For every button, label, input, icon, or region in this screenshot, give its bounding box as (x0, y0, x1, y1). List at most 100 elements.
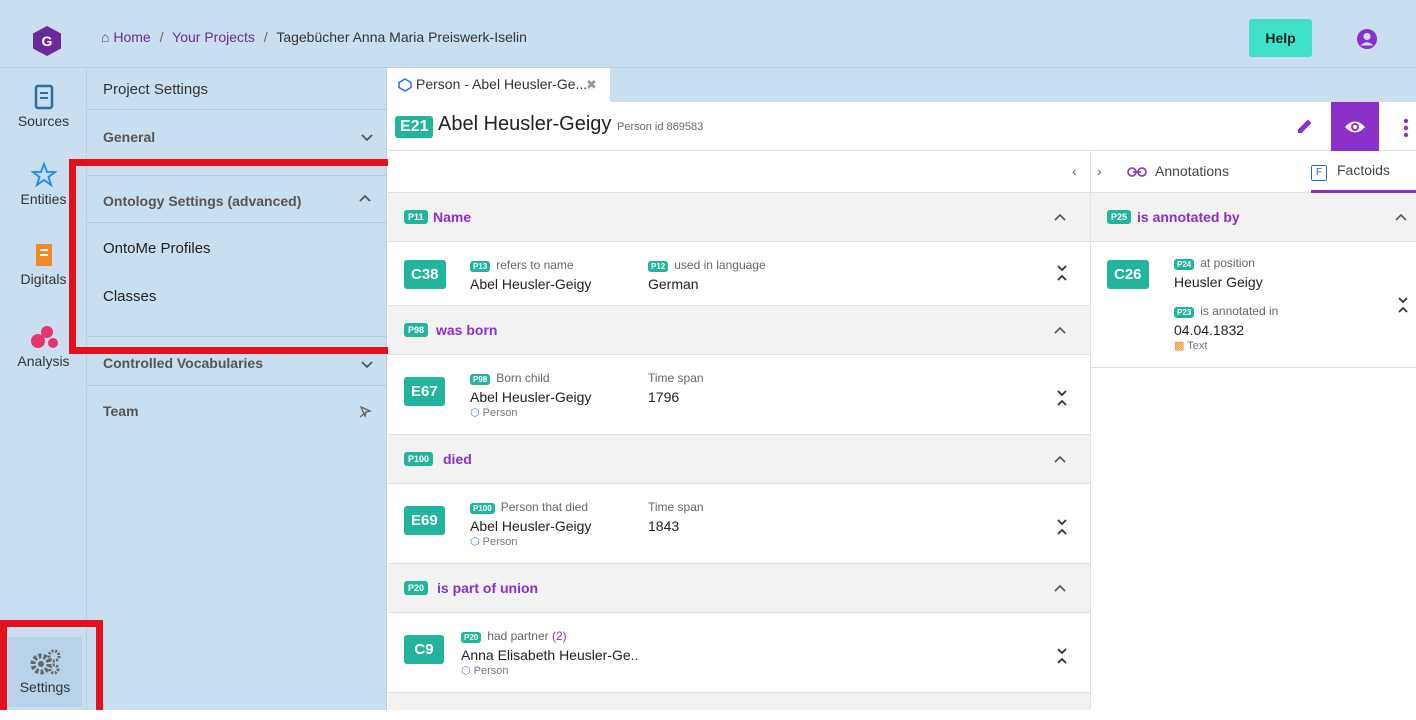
person-tab-icon (398, 78, 412, 92)
statement-field: P20 had partner (2) Anna Elisabeth Heusle… (461, 629, 638, 677)
annotations-property-header[interactable]: P25 is annotated by (1091, 193, 1416, 242)
property-section-header[interactable]: P100 died (388, 435, 1090, 484)
section-team[interactable]: Team (87, 386, 387, 436)
statement-field: P23 is annotated in 04.04.1832 ▩ Text (1174, 304, 1278, 352)
section-general[interactable]: General (87, 110, 387, 161)
field-class: ⬡ Person (470, 406, 591, 419)
statement-field: P24 at position Heusler Geigy (1174, 256, 1263, 290)
sources-icon (34, 84, 53, 110)
nav-entities-label: Entities (20, 191, 67, 207)
field-label-text: had partner (487, 629, 549, 643)
property-badge: P100 (404, 452, 434, 466)
panel-title: Project Settings (103, 81, 209, 98)
field-value[interactable]: German (648, 276, 766, 292)
chevron-up-icon[interactable] (1054, 455, 1066, 463)
field-label: P13 refers to name (470, 258, 591, 272)
help-button[interactable]: Help (1249, 19, 1312, 57)
chevron-up-icon[interactable] (1054, 584, 1066, 592)
statement-row[interactable]: C9 P20 had partner (2) Anna Elisabeth Heu… (388, 613, 1090, 693)
section-general-label: General (103, 129, 156, 145)
chevron-up-icon[interactable] (1395, 213, 1407, 221)
expand-collapse-icon[interactable] (1056, 264, 1068, 282)
field-label-text: Born child (496, 371, 550, 385)
field-label: P23 is annotated in (1174, 304, 1278, 318)
expand-collapse-icon[interactable] (1056, 518, 1068, 536)
breadcrumb-projects[interactable]: Your Projects (172, 29, 255, 45)
nav-sources-label: Sources (17, 113, 70, 129)
field-label-text: refers to name (496, 258, 574, 272)
field-class-label: Person (482, 407, 518, 419)
field-value[interactable]: Abel Heusler-Geigy (470, 276, 591, 292)
tab-person[interactable]: Person - Abel Heusler-Ge... ✖ (388, 68, 610, 102)
section-vocabularies-label: Controlled Vocabularies (103, 355, 263, 371)
field-value[interactable]: Heusler Geigy (1174, 274, 1263, 290)
field-badge: P24 (1174, 259, 1195, 270)
entity-title: Abel Heusler-Geigy Person id 869583 (438, 113, 703, 136)
breadcrumb-separator: / (159, 29, 164, 45)
pin-icon (359, 406, 371, 418)
field-value[interactable]: 1843 (648, 518, 704, 534)
tab-factoids[interactable]: F Factoids (1311, 162, 1390, 181)
expand-collapse-icon[interactable] (1056, 389, 1068, 407)
property-section-header[interactable]: P98 was born (388, 306, 1090, 355)
field-value[interactable]: 1796 (648, 389, 704, 405)
field-label-text: is annotated in (1200, 304, 1279, 318)
edit-pencil-icon[interactable] (1295, 116, 1315, 136)
field-label: P12 used in language (648, 258, 766, 272)
field-value[interactable]: Abel Heusler-Geigy (470, 518, 591, 534)
field-class: ⬡ Person (461, 664, 638, 677)
statement-field: Time span 1843 (648, 500, 704, 534)
view-toggle-button[interactable] (1331, 102, 1379, 151)
statement-row[interactable]: E69 P100 Person that died Abel Heusler-Ge… (388, 484, 1090, 564)
close-icon[interactable]: ✖ (586, 77, 597, 93)
annotation-statement-row[interactable]: C26 P24 at position Heusler Geigy P23 is a… (1091, 242, 1416, 368)
field-value[interactable]: Abel Heusler-Geigy (470, 389, 591, 405)
statement-row[interactable]: C38 P13 refers to name Abel Heusler-Geigy… (388, 242, 1090, 306)
link-icon (1127, 167, 1147, 178)
user-icon[interactable] (1356, 28, 1378, 50)
tab-annotations[interactable]: Annotations (1127, 163, 1229, 179)
field-label: Time span (648, 371, 704, 385)
more-vert-icon[interactable] (1403, 118, 1409, 138)
statement-field: P12 used in language German (648, 258, 766, 292)
next-section-stub (388, 693, 1090, 710)
collapse-left-button[interactable]: ‹ (1072, 163, 1077, 179)
property-label: died (443, 451, 472, 467)
statement-badge: C9 (404, 635, 444, 664)
field-class: ⬡ Person (470, 535, 591, 548)
chevron-up-icon[interactable] (1054, 213, 1066, 221)
property-label: Name (433, 209, 472, 225)
field-value[interactable]: Anna Elisabeth Heusler-Ge.. (461, 647, 638, 663)
field-class-label: Text (1187, 340, 1208, 352)
breadcrumb-current: Tagebücher Anna Maria Preiswerk-Iselin (276, 29, 527, 45)
breadcrumb-home[interactable]: Home (113, 29, 150, 45)
tab-strip: Person - Abel Heusler-Ge... ✖ (388, 68, 1416, 102)
field-class-label: Person (482, 536, 518, 548)
field-label-text: at position (1200, 256, 1255, 270)
highlight-ontology-box (69, 159, 402, 354)
partner-count[interactable]: (2) (552, 629, 567, 643)
field-class-label: Person (473, 665, 509, 677)
field-badge: P12 (648, 261, 669, 272)
nav-analysis-label: Analysis (17, 353, 70, 369)
property-section-header[interactable]: P20 is part of union (388, 564, 1090, 613)
statement-badge: C26 (1107, 260, 1149, 289)
nav-sources[interactable]: Sources (0, 84, 87, 129)
entity-name: Abel Heusler-Geigy (438, 113, 612, 135)
expand-collapse-icon[interactable] (1056, 647, 1068, 665)
nav-digitals-label: Digitals (20, 271, 67, 287)
statement-row[interactable]: E67 P98 Born child Abel Heusler-Geigy ⬡ P… (388, 355, 1090, 435)
property-label: is part of union (437, 580, 539, 596)
breadcrumb-separator: / (263, 29, 268, 45)
chevron-up-icon[interactable] (1054, 326, 1066, 334)
field-class: ▩ Text (1174, 339, 1278, 352)
entity-meta: Person id 869583 (616, 121, 704, 133)
expand-collapse-icon[interactable] (1397, 296, 1409, 314)
property-section-header[interactable]: P11 Name (388, 193, 1090, 242)
expand-right-button[interactable]: › (1097, 163, 1102, 179)
highlight-settings-box (0, 620, 103, 720)
field-value[interactable]: 04.04.1832 (1174, 322, 1278, 338)
logo-icon[interactable]: G (32, 25, 62, 57)
person-class-icon: ⬡ (461, 665, 471, 677)
field-badge: P100 (470, 503, 495, 514)
